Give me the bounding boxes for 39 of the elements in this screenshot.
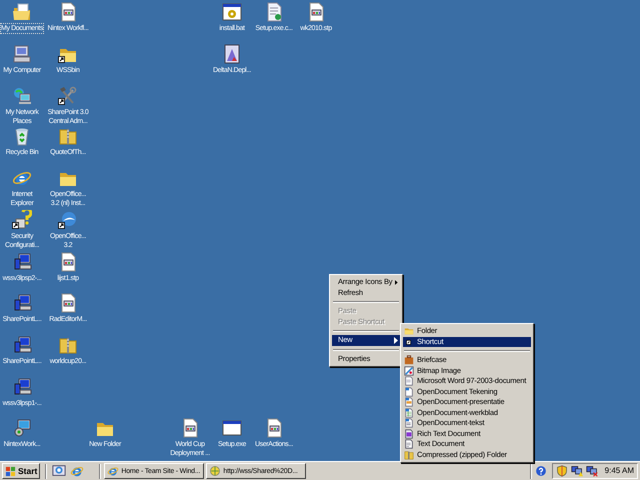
spreadsheet-document-icon <box>404 408 414 418</box>
computer-icon[interactable] <box>12 44 32 64</box>
network-disconnected-icon[interactable] <box>586 465 598 477</box>
drawing-document-icon[interactable] <box>222 44 242 64</box>
tools-icon[interactable] <box>58 86 78 106</box>
browser-icon[interactable] <box>107 465 120 477</box>
text-document-icon <box>404 418 414 428</box>
office-icon[interactable] <box>58 210 78 230</box>
security-icon[interactable] <box>12 210 32 230</box>
documents-folder-icon[interactable] <box>12 2 32 22</box>
network-warning-icon[interactable] <box>570 465 583 477</box>
installer-computer-icon[interactable] <box>12 335 32 355</box>
show-desktop-icon[interactable] <box>52 464 66 478</box>
setup-computer-icon[interactable] <box>12 418 32 438</box>
installer-computer-icon[interactable] <box>12 252 32 272</box>
submenu-arrow-icon <box>395 278 398 286</box>
gear-window-icon[interactable] <box>222 2 242 22</box>
window-icon[interactable] <box>222 418 242 438</box>
folder-icon <box>404 326 414 336</box>
network-computer-icon[interactable] <box>12 86 32 106</box>
shield-icon[interactable] <box>556 465 568 477</box>
drawing-document-icon <box>404 386 414 397</box>
start-button[interactable]: Start <box>2 463 40 479</box>
help-icon[interactable] <box>534 465 547 477</box>
zip-folder-icon <box>404 450 414 460</box>
submenu-arrow-icon <box>394 336 398 344</box>
zip-folder-icon[interactable] <box>58 335 78 355</box>
clock: 9:45 AM <box>604 467 634 475</box>
document-icon <box>404 376 414 386</box>
browser-icon[interactable] <box>70 464 84 478</box>
installer-computer-icon[interactable] <box>12 377 32 397</box>
text-file-icon <box>404 439 414 450</box>
rich-text-document-icon <box>404 428 414 439</box>
zip-folder-icon[interactable] <box>58 126 78 146</box>
windows-flag-icon <box>5 466 16 476</box>
installer-computer-icon[interactable] <box>12 293 32 313</box>
bitmap-icon <box>404 366 414 376</box>
briefcase-icon <box>404 355 414 366</box>
presentation-document-icon <box>404 397 414 408</box>
